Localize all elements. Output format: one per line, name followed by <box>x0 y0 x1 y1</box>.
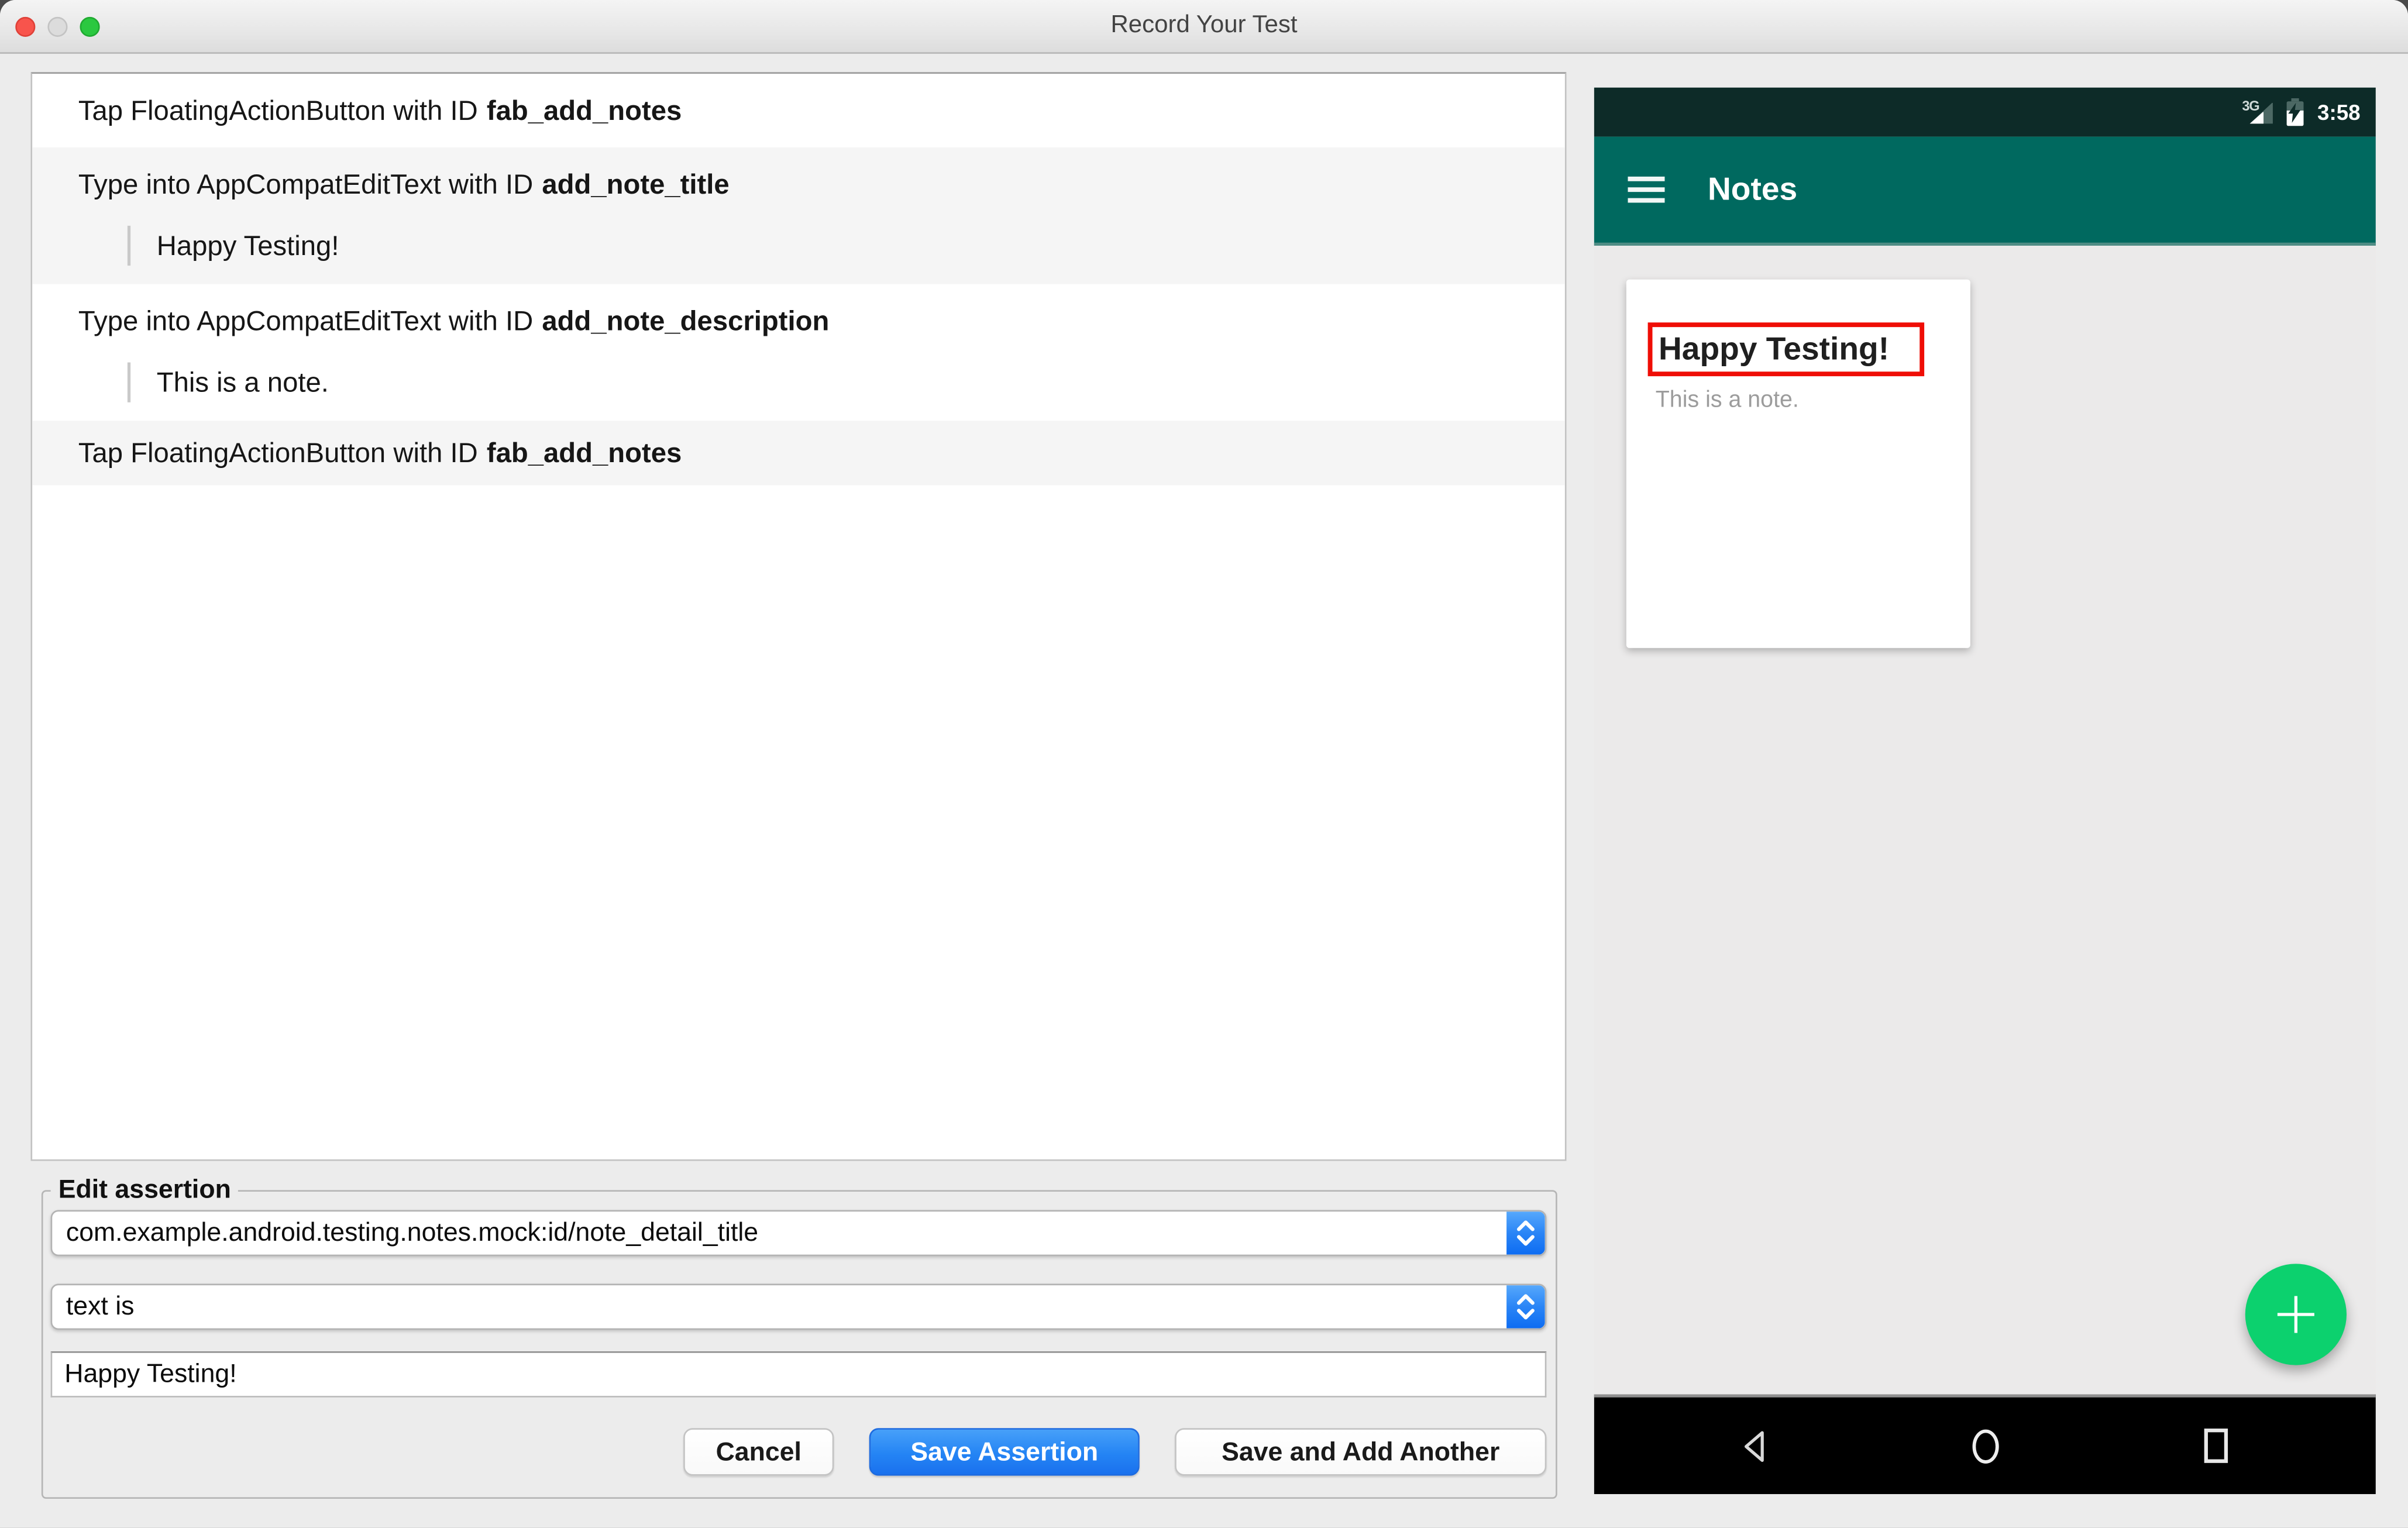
back-icon <box>1745 1430 1764 1461</box>
assertion-highlight-box: Happy Testing! <box>1647 322 1925 377</box>
action-text: Tap FloatingActionButton with ID fab_add_… <box>32 74 1565 147</box>
action-description: Type into AppCompatEditText with ID <box>78 305 534 336</box>
add-note-fab <box>2245 1264 2347 1365</box>
action-target-id: add_note_description <box>542 305 830 336</box>
device-screenshot-panel: 3G 3:58 Notes Happy Testing! This is a n… <box>1594 87 2376 1495</box>
action-text: Type into AppCompatEditText with ID add_n… <box>32 284 1565 358</box>
action-text: Type into AppCompatEditText with ID add_n… <box>32 147 1565 221</box>
action-row-type-title[interactable]: Type into AppCompatEditText with ID add_n… <box>32 147 1565 284</box>
action-target-id: fab_add_notes <box>486 438 682 469</box>
action-row-type-description[interactable]: Type into AppCompatEditText with ID add_n… <box>32 284 1565 421</box>
action-description: Type into AppCompatEditText with ID <box>78 168 534 200</box>
action-text: Tap FloatingActionButton with ID fab_add_… <box>32 421 1565 485</box>
cancel-button[interactable]: Cancel <box>683 1428 834 1476</box>
zoom-button[interactable] <box>80 16 100 37</box>
action-target-id: add_note_title <box>542 168 730 200</box>
battery-charging-icon <box>2286 98 2304 126</box>
edit-assertion-legend: Edit assertion <box>50 1175 239 1206</box>
android-status-bar: 3G 3:58 <box>1594 87 2376 137</box>
close-button[interactable] <box>15 16 36 37</box>
assertion-type-value: text is <box>66 1291 135 1321</box>
recents-icon <box>2204 1429 2228 1463</box>
window-titlebar: Record Your Test <box>0 0 2408 54</box>
window-title: Record Your Test <box>1110 12 1298 39</box>
traffic-lights <box>15 0 100 54</box>
status-bar-clock: 3:58 <box>2317 99 2361 125</box>
note-card[interactable]: Happy Testing! This is a note. <box>1626 279 1970 648</box>
note-description: This is a note. <box>1655 387 1799 414</box>
cellular-signal-icon: 3G <box>2242 97 2273 125</box>
assertion-value-input[interactable] <box>50 1351 1547 1398</box>
chevron-up-down-icon <box>1506 1285 1545 1329</box>
recorded-actions-list: Tap FloatingActionButton with ID fab_add_… <box>30 72 1567 1161</box>
action-target-id: fab_add_notes <box>486 95 682 126</box>
network-type-label: 3G <box>2242 97 2259 113</box>
notes-list-area: Happy Testing! This is a note. <box>1594 246 2376 1395</box>
hamburger-menu-icon <box>1628 176 1665 203</box>
view-matcher-value: com.example.android.testing.notes.mock:i… <box>66 1217 759 1247</box>
save-assertion-button[interactable]: Save Assertion <box>869 1428 1140 1476</box>
notes-app-bar: Notes <box>1594 136 2376 246</box>
screenshot-stage: Record Your Test Tap FloatingActionButto… <box>0 0 2408 1528</box>
action-row-tap-fab-1[interactable]: Tap FloatingActionButton with ID fab_add_… <box>32 74 1565 147</box>
chevron-up-down-icon <box>1506 1212 1545 1255</box>
view-matcher-select[interactable]: com.example.android.testing.notes.mock:i… <box>50 1210 1547 1257</box>
typed-text: This is a note. <box>127 362 1550 402</box>
action-description: Tap FloatingActionButton with ID <box>78 438 478 469</box>
android-nav-bar <box>1594 1394 2376 1495</box>
action-description: Tap FloatingActionButton with ID <box>78 95 478 126</box>
app-bar-title: Notes <box>1708 171 1798 207</box>
assertion-type-select[interactable]: text is <box>50 1283 1547 1330</box>
home-icon <box>1972 1429 1998 1463</box>
minimize-button[interactable] <box>47 16 68 37</box>
action-row-tap-fab-2[interactable]: Tap FloatingActionButton with ID fab_add_… <box>32 421 1565 486</box>
save-and-add-another-button[interactable]: Save and Add Another <box>1175 1428 1547 1476</box>
record-test-window: Record Your Test Tap FloatingActionButto… <box>0 0 2408 1528</box>
note-title: Happy Testing! <box>1659 331 1890 367</box>
typed-text: Happy Testing! <box>127 225 1550 266</box>
